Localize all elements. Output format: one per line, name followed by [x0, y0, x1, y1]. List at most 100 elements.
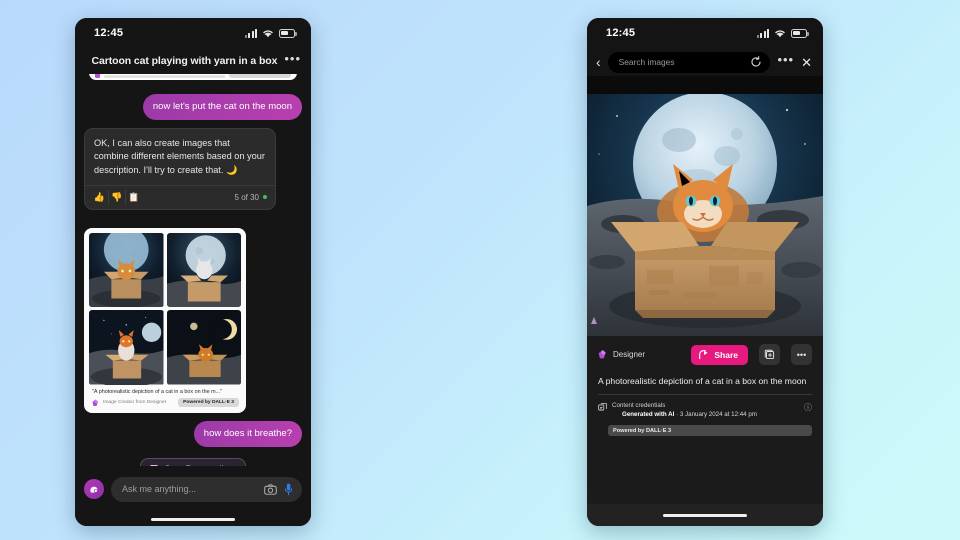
search-input[interactable]: Search images: [607, 51, 771, 73]
cat-in-box-on-moon-3: [89, 310, 164, 385]
assistant-message-bubble: OK, I can also create images that combin…: [84, 127, 276, 210]
thumbs-down-icon[interactable]: 👎: [108, 189, 125, 205]
copy-icon[interactable]: 📋: [125, 189, 142, 205]
thumb-4[interactable]: [166, 310, 241, 385]
cat-in-cardboard-box-on-moon-hero: [587, 94, 823, 336]
hero-image[interactable]: [587, 94, 823, 336]
more-horizontal-icon[interactable]: •••: [777, 53, 794, 69]
more-horizontal-icon[interactable]: •••: [284, 52, 301, 67]
dalle-badge: Powered by DALL·E 3: [178, 398, 239, 408]
wifi-icon: [263, 29, 273, 37]
assistant-message-text: OK, I can also create images that combin…: [94, 137, 265, 175]
camera-icon[interactable]: [264, 483, 277, 495]
thumb-3[interactable]: [89, 310, 164, 385]
home-indicator: [75, 512, 311, 526]
copilot-glyph-icon: [90, 486, 98, 493]
left-phone-screen: 12:45 Cartoon cat playing with yarn in a…: [75, 18, 311, 526]
cat-in-box-on-moon-1: [89, 232, 164, 308]
image-viewer-header: ‹ Search images ••• ✕: [587, 48, 823, 76]
right-phone-screen: 12:45 ‹ Search images ••• ✕ Designer Sha…: [587, 18, 823, 526]
credentials-detail-rest: · 3 January 2024 at 12:44 pm: [674, 411, 757, 418]
content-credentials-icon: [598, 403, 607, 411]
message-counter-label: 5 of 30: [234, 192, 259, 202]
generated-images-card[interactable]: "A photorealistic depiction of a cat in …: [84, 227, 246, 414]
designer-logo-icon: [92, 399, 98, 406]
stop-square-icon: [150, 465, 159, 466]
chat-message-list[interactable]: now let's put the cat on the moon OK, I …: [75, 74, 311, 466]
status-icons: [245, 28, 297, 38]
brand-action-row: Designer Share •••: [598, 344, 812, 365]
info-circle-icon[interactable]: ⓘ: [804, 402, 812, 418]
card-line: [104, 75, 225, 78]
card-badge-placeholder: [229, 74, 291, 78]
thumb-2[interactable]: [166, 232, 241, 308]
info-pane-spacer: [598, 436, 812, 504]
refresh-icon[interactable]: [750, 56, 762, 68]
copilot-avatar-icon[interactable]: [84, 479, 104, 499]
message-counter: 5 of 30: [235, 193, 267, 202]
credentials-detail-bold: Generated with AI: [622, 411, 675, 418]
dalle-badge-right: Powered by DALL·E 3: [608, 425, 812, 436]
wifi-icon: [775, 29, 785, 37]
credentials-text: Content credentials Generated with AI · …: [612, 402, 799, 418]
image-info-pane: Designer Share ••• A photorealistic depi…: [587, 336, 823, 504]
save-collection-glyph: [764, 349, 775, 360]
user-message-bubble-2[interactable]: how does it breathe?: [193, 421, 302, 448]
left-phone-frame: 12:45 Cartoon cat playing with yarn in a…: [75, 18, 311, 526]
cellular-bars-icon: [245, 28, 257, 38]
chat-header: Cartoon cat playing with yarn in a box •…: [75, 48, 311, 74]
stop-responding-button[interactable]: Stop Responding: [140, 458, 246, 466]
message-row-assistant: OK, I can also create images that combin…: [84, 127, 302, 210]
hero-image-stage: [587, 76, 823, 336]
message-row-user-2: how does it breathe?: [84, 421, 302, 448]
chevron-left-icon[interactable]: ‹: [596, 55, 601, 69]
stop-responding-label: Stop Responding: [164, 464, 233, 466]
generated-card-brand: Image Creator from Designer: [103, 400, 167, 406]
home-indicator-right: [587, 504, 823, 526]
chat-input-bar: Ask me anything...: [75, 466, 311, 512]
generated-card-footer: Image Creator from Designer Powered by D…: [89, 398, 241, 408]
account-circle-icon[interactable]: [84, 54, 85, 68]
chat-input-field[interactable]: Ask me anything...: [111, 476, 302, 502]
close-icon[interactable]: ✕: [801, 56, 812, 69]
previous-card-cutoff: [89, 74, 297, 80]
save-collection-icon[interactable]: [759, 344, 780, 365]
share-label: Share: [714, 349, 738, 360]
status-time: 12:45: [94, 27, 124, 39]
right-status-bar: 12:45: [587, 18, 823, 48]
cat-in-box-on-moon-4: [166, 310, 241, 385]
credentials-title: Content credentials: [612, 402, 666, 409]
thumb-1[interactable]: [89, 232, 164, 308]
cellular-bars-icon: [757, 28, 769, 38]
designer-brand-label: Designer: [613, 350, 646, 359]
designer-logo-icon: [598, 350, 606, 359]
microphone-icon[interactable]: [284, 483, 293, 496]
content-credentials-block: Content credentials Generated with AI · …: [598, 395, 812, 418]
credentials-detail: Generated with AI · 3 January 2024 at 12…: [612, 409, 799, 418]
generated-images-card-row: "A photorealistic depiction of a cat in …: [84, 218, 302, 414]
chat-title: Cartoon cat playing with yarn in a box: [91, 55, 278, 67]
thumbs-up-icon[interactable]: 👍: [91, 190, 108, 205]
battery-icon: [791, 29, 809, 38]
chat-input-placeholder: Ask me anything...: [122, 484, 197, 494]
card-logo-dot: [95, 74, 100, 78]
image-grid: [89, 232, 241, 385]
share-arrow-icon: [699, 349, 708, 359]
generated-card-caption: "A photorealistic depiction of a cat in …: [92, 388, 222, 395]
message-row-user-1: now let's put the cat on the moon: [84, 94, 302, 120]
assistant-message-footer: 👍 👎 📋 5 of 30: [85, 184, 275, 209]
reaction-group: 👍 👎 📋: [91, 189, 142, 205]
left-status-bar: 12:45: [75, 18, 311, 48]
right-phone-frame: 12:45 ‹ Search images ••• ✕ Designer Sha…: [587, 18, 823, 526]
stop-responding-row: Stop Responding: [84, 458, 302, 466]
image-caption: A photorealistic depiction of a cat in a…: [598, 365, 812, 395]
online-dot-icon: [263, 195, 267, 200]
share-button[interactable]: Share: [691, 344, 748, 365]
battery-icon: [279, 29, 297, 38]
more-horizontal-icon[interactable]: •••: [791, 344, 812, 365]
search-placeholder: Search images: [618, 57, 675, 67]
status-icons-right: [757, 28, 809, 38]
status-time-right: 12:45: [606, 27, 636, 39]
user-message-bubble[interactable]: now let's put the cat on the moon: [142, 94, 302, 120]
cat-in-box-on-moon-2: [166, 232, 241, 308]
